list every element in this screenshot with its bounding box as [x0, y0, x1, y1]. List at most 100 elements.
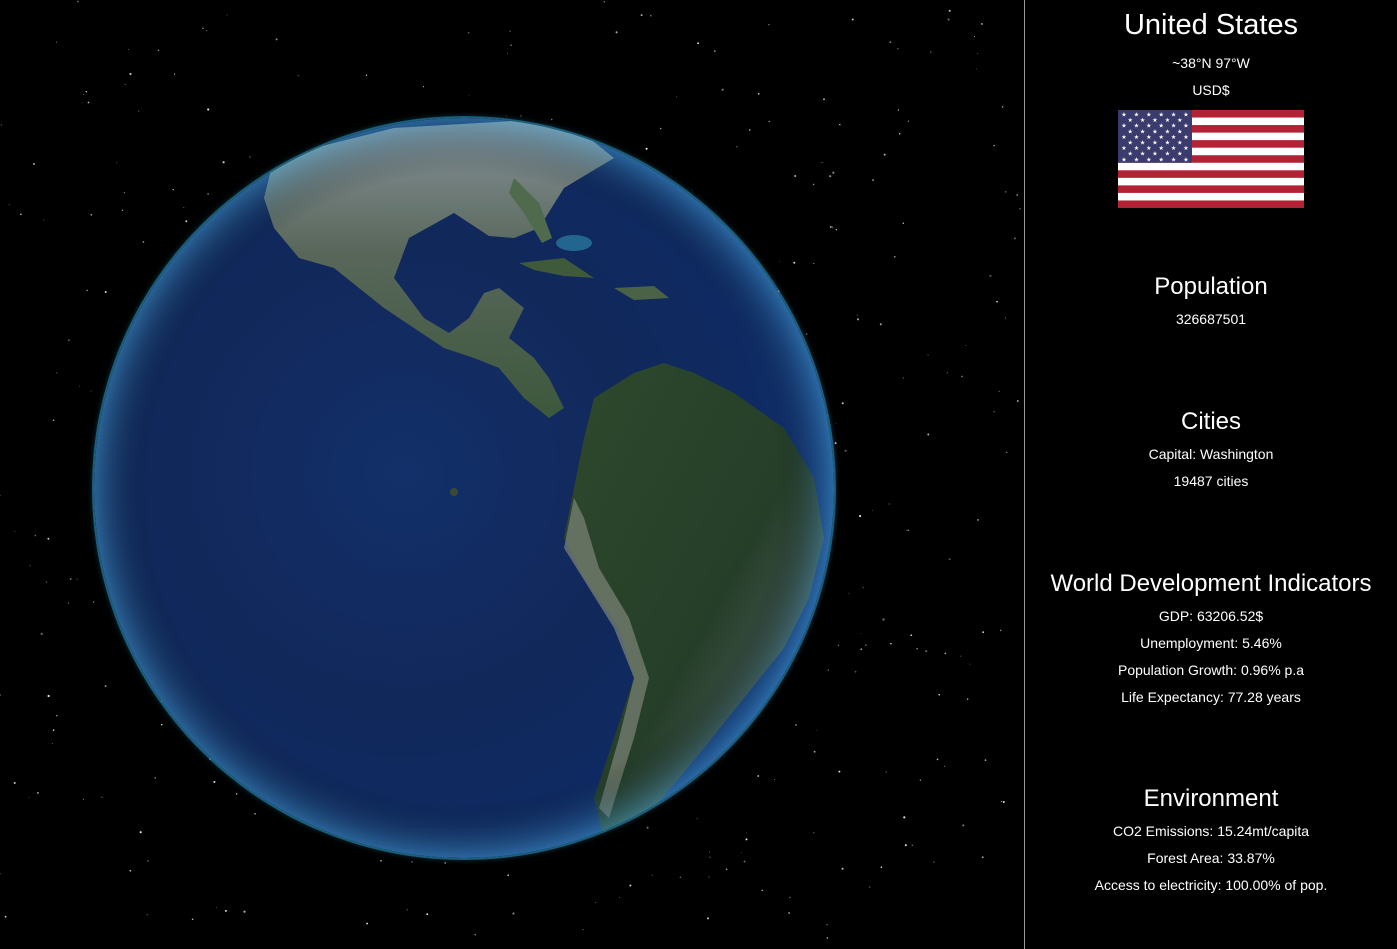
flag-star-icon: ★ [1177, 151, 1182, 158]
star [883, 153, 886, 156]
flag-star-icon: ★ [1128, 151, 1133, 158]
star [422, 86, 424, 88]
star [835, 423, 837, 425]
star [869, 886, 871, 888]
star [947, 18, 950, 21]
flag-star-icon: ★ [1183, 156, 1188, 163]
star [938, 693, 941, 696]
star [898, 133, 901, 135]
star [90, 213, 93, 216]
co2-emissions-value: CO2 Emissions: 15.24mt/capita [1112, 823, 1310, 839]
star [275, 38, 278, 41]
atmosphere-glow [94, 118, 834, 858]
flag-star-icon: ★ [1146, 134, 1151, 141]
star [512, 912, 515, 915]
flag-star-icon: ★ [1134, 134, 1139, 141]
flag-star-icon: ★ [1177, 140, 1182, 147]
star [835, 229, 838, 231]
star [880, 866, 883, 869]
star [856, 314, 858, 316]
star [888, 503, 890, 505]
star [67, 602, 70, 604]
globe-viewport[interactable] [0, 0, 1024, 949]
flag-star-icon: ★ [1121, 145, 1126, 152]
star [157, 49, 160, 52]
star [839, 123, 841, 126]
star [138, 110, 140, 112]
earth-globe[interactable] [94, 118, 834, 858]
star [999, 629, 1002, 632]
star [640, 14, 643, 17]
electricity-access-value: Access to electricity: 100.00% of pop. [1094, 877, 1328, 893]
star [1006, 451, 1008, 453]
star [0, 124, 2, 126]
flag-star-icon: ★ [1159, 123, 1164, 130]
star [826, 924, 828, 926]
flag-star-icon: ★ [1121, 134, 1126, 141]
star [127, 49, 129, 50]
star [919, 779, 922, 781]
star [989, 274, 992, 277]
star [893, 255, 896, 258]
flag-star-icon: ★ [1183, 123, 1188, 130]
flag-star-icon: ★ [1134, 123, 1139, 130]
star [52, 419, 55, 422]
star [1002, 800, 1005, 804]
flag-star-icon: ★ [1134, 145, 1139, 152]
flag-star-icon: ★ [1171, 156, 1176, 163]
star [976, 68, 978, 70]
star [224, 909, 227, 912]
star [146, 914, 148, 916]
star [910, 634, 913, 637]
star [297, 75, 299, 77]
star [851, 18, 854, 21]
star [505, 115, 507, 117]
star [77, 0, 79, 3]
star [509, 30, 511, 32]
star [83, 94, 85, 96]
gdp-value: GDP: 63206.52$ [1158, 608, 1264, 624]
star [982, 631, 985, 634]
star [980, 22, 983, 25]
star [998, 390, 1000, 393]
star [789, 896, 791, 899]
star [960, 655, 962, 657]
flag-star-icon: ★ [1165, 128, 1170, 135]
country-coordinates: ~38°N 97°W [1172, 55, 1250, 71]
star [45, 581, 48, 583]
star [897, 48, 899, 50]
star [52, 729, 55, 732]
star [996, 300, 998, 303]
star [841, 867, 844, 870]
star [713, 50, 716, 52]
star [925, 650, 928, 653]
star [207, 108, 210, 111]
population-section: Population 326687501 [1025, 272, 1397, 333]
city-count: 19487 cities [1173, 473, 1249, 489]
flag-star-icon: ★ [1165, 151, 1170, 158]
star [594, 901, 597, 904]
star [860, 633, 862, 634]
country-name: United States [1123, 9, 1299, 41]
wdi-section: World Development Indicators GDP: 63206.… [1025, 569, 1397, 711]
star [506, 52, 508, 54]
star [933, 861, 935, 863]
star [34, 534, 37, 537]
star [973, 36, 975, 38]
star [13, 781, 16, 785]
star [510, 44, 512, 46]
star [948, 558, 951, 561]
star [520, 115, 522, 117]
star [1001, 800, 1003, 803]
star [202, 27, 204, 30]
star [902, 222, 904, 224]
star [8, 204, 10, 206]
flag-star-icon: ★ [1121, 112, 1126, 119]
star [930, 51, 932, 53]
star [706, 917, 710, 920]
flag-star-icon: ★ [1146, 112, 1151, 119]
star [650, 14, 652, 17]
star [90, 390, 92, 392]
star [860, 648, 863, 651]
star [993, 144, 995, 147]
